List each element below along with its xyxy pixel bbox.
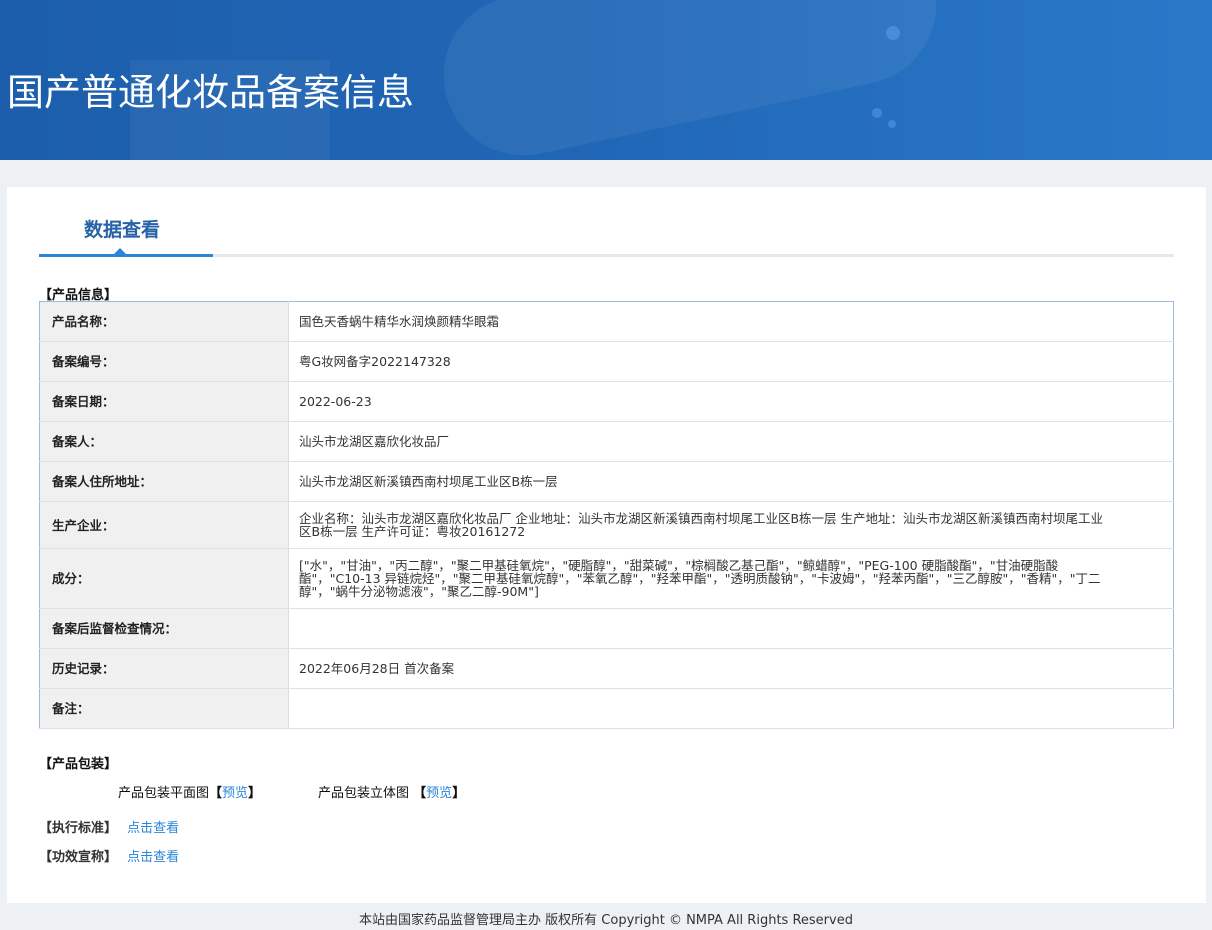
row-value: 汕头市龙湖区嘉欣化妆品厂 bbox=[288, 421, 1174, 462]
banner-decoration bbox=[886, 26, 900, 40]
bracket: 】 bbox=[452, 786, 466, 801]
content-card: 数据查看 【产品信息】 产品名称： 国色天香蜗牛精华水润焕颜精华眼霜 备案编号： 粤G… bbox=[7, 187, 1206, 903]
banner-decoration bbox=[888, 120, 896, 128]
preview-flat-link[interactable]: 预览 bbox=[222, 786, 248, 801]
row-value: 企业名称：汕头市龙湖区嘉欣化妆品厂 企业地址：汕头市龙湖区新溪镇西南村坝尾工业区… bbox=[288, 501, 1174, 549]
row-label: 备案人： bbox=[39, 421, 289, 462]
row-value bbox=[288, 688, 1174, 729]
table-row: 备案日期： 2022-06-23 bbox=[39, 381, 1174, 422]
bracket: 【 bbox=[209, 786, 223, 801]
row-label: 备案日期： bbox=[39, 381, 289, 422]
standard-row: 【执行标准】 点击查看 bbox=[39, 817, 179, 836]
standard-view-link[interactable]: 点击查看 bbox=[127, 821, 179, 836]
bracket: 】 bbox=[248, 786, 262, 801]
efficacy-view-link[interactable]: 点击查看 bbox=[127, 850, 179, 865]
row-label: 成分： bbox=[39, 548, 289, 609]
product-info-table: 产品名称： 国色天香蜗牛精华水润焕颜精华眼霜 备案编号： 粤G妆网备字20221473… bbox=[39, 301, 1174, 729]
row-label: 备案后监督检查情况： bbox=[39, 608, 289, 649]
packaging-solid-label: 产品包装立体图 bbox=[318, 786, 410, 801]
row-label: 备注： bbox=[39, 688, 289, 729]
banner-decoration bbox=[872, 108, 882, 118]
row-value: ["水"，"甘油"，"丙二醇"，"聚二甲基硅氧烷"，"硬脂醇"，"甜菜碱"，"棕… bbox=[288, 548, 1174, 609]
row-value: 国色天香蜗牛精华水润焕颜精华眼霜 bbox=[288, 301, 1174, 342]
row-value: 汕头市龙湖区新溪镇西南村坝尾工业区B栋一层 bbox=[288, 461, 1174, 502]
row-label: 产品名称： bbox=[39, 301, 289, 342]
header-banner: 国产普通化妆品备案信息 bbox=[0, 0, 1212, 160]
bracket: 【 bbox=[413, 786, 427, 801]
table-row: 成分： ["水"，"甘油"，"丙二醇"，"聚二甲基硅氧烷"，"硬脂醇"，"甜菜碱"… bbox=[39, 548, 1174, 609]
table-row: 备注： bbox=[39, 688, 1174, 729]
table-row: 备案后监督检查情况： bbox=[39, 608, 1174, 649]
row-label: 备案编号： bbox=[39, 341, 289, 382]
row-value: 2022年06月28日 首次备案 bbox=[288, 648, 1174, 689]
packaging-flat-label: 产品包装平面图 bbox=[118, 786, 210, 801]
efficacy-label: 【功效宣称】 bbox=[39, 850, 118, 865]
standard-label: 【执行标准】 bbox=[39, 821, 118, 836]
footer-copyright: 本站由国家药品监督管理局主办 版权所有 Copyright © NMPA All… bbox=[359, 913, 853, 928]
row-value: 粤G妆网备字2022147328 bbox=[288, 341, 1174, 382]
table-row: 备案人： 汕头市龙湖区嘉欣化妆品厂 bbox=[39, 421, 1174, 462]
packaging-flat: 产品包装平面图【预览】 bbox=[118, 782, 261, 801]
table-row: 生产企业： 企业名称：汕头市龙湖区嘉欣化妆品厂 企业地址：汕头市龙湖区新溪镇西南村… bbox=[39, 501, 1174, 549]
packaging-heading: 【产品包装】 bbox=[39, 757, 118, 772]
table-row: 产品名称： 国色天香蜗牛精华水润焕颜精华眼霜 bbox=[39, 301, 1174, 342]
row-label: 生产企业： bbox=[39, 501, 289, 549]
row-label: 备案人住所地址： bbox=[39, 461, 289, 502]
tab-arrow-icon bbox=[113, 248, 127, 255]
packaging-solid: 产品包装立体图 【预览】 bbox=[318, 782, 465, 801]
table-row: 历史记录： 2022年06月28日 首次备案 bbox=[39, 648, 1174, 689]
banner-decoration bbox=[428, 0, 952, 160]
tab-data-view[interactable]: 数据查看 bbox=[84, 215, 160, 242]
row-value: 2022-06-23 bbox=[288, 381, 1174, 422]
preview-solid-link[interactable]: 预览 bbox=[426, 786, 452, 801]
table-row: 备案编号： 粤G妆网备字2022147328 bbox=[39, 341, 1174, 382]
efficacy-row: 【功效宣称】 点击查看 bbox=[39, 846, 179, 865]
row-value bbox=[288, 608, 1174, 649]
page-title: 国产普通化妆品备案信息 bbox=[7, 71, 414, 114]
row-label: 历史记录： bbox=[39, 648, 289, 689]
table-row: 备案人住所地址： 汕头市龙湖区新溪镇西南村坝尾工业区B栋一层 bbox=[39, 461, 1174, 502]
